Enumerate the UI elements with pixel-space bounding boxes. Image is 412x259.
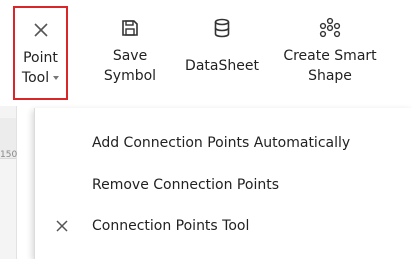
dropdown-caret-icon[interactable] [53, 76, 60, 80]
menu-item-label: Connection Points Tool [92, 218, 250, 234]
datasheet-button[interactable]: DataSheet [178, 6, 266, 100]
save-icon [121, 10, 139, 46]
point-tool-label-line1: Point [23, 50, 58, 66]
save-symbol-button[interactable]: Save Symbol [100, 6, 160, 100]
point-tool-button[interactable]: Point Tool [13, 6, 68, 100]
point-tool-x-icon [32, 12, 50, 48]
menu-item-remove-connection-points[interactable]: Remove Connection Points [35, 165, 412, 205]
x-cross-icon [52, 216, 72, 236]
menu-item-add-connection-points[interactable]: Add Connection Points Automatically [35, 123, 412, 163]
create-smart-shape-label-line2: Shape [308, 68, 352, 84]
point-tool-dropdown-menu: Add Connection Points Automatically Remo… [34, 108, 412, 259]
save-symbol-label-line1: Save [112, 48, 148, 64]
smart-shape-icon [319, 10, 341, 46]
save-symbol-label-line2: Symbol [103, 68, 157, 84]
point-tool-label-line2: Tool [22, 68, 60, 88]
ribbon-toolbar: Point Tool Save Symbol DataSheet Create … [0, 0, 412, 106]
create-smart-shape-label-line1: Create Smart [283, 48, 377, 64]
database-icon [213, 10, 231, 46]
create-smart-shape-button[interactable]: Create Smart Shape [272, 6, 388, 100]
datasheet-label: DataSheet [185, 58, 259, 74]
menu-item-label: Remove Connection Points [92, 177, 279, 193]
menu-item-connection-points-tool[interactable]: Connection Points Tool [35, 206, 412, 246]
ruler-tick-label: 150 [0, 150, 18, 160]
menu-item-label: Add Connection Points Automatically [92, 135, 351, 151]
